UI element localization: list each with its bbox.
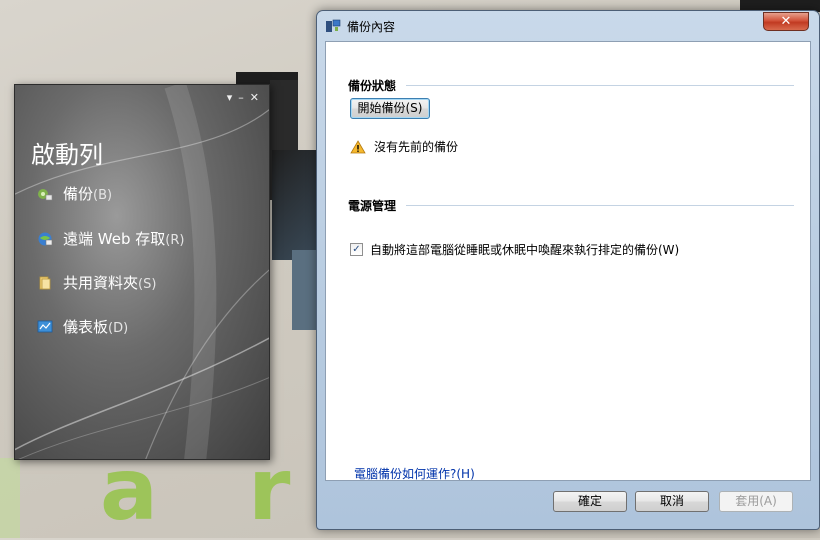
launchpad-item-label: 備份 <box>63 185 94 203</box>
wake-computer-label[interactable]: 自動將這部電腦從睡眠或休眠中喚醒來執行排定的備份(W) <box>370 241 679 258</box>
wake-computer-option[interactable]: ✓ 自動將這部電腦從睡眠或休眠中喚醒來執行排定的備份(W) <box>350 241 679 258</box>
dialog-title: 備份內容 <box>347 20 396 34</box>
ok-button[interactable]: 確定 <box>553 491 627 512</box>
close-button[interactable]: ✕ <box>763 12 809 31</box>
wake-computer-checkbox[interactable]: ✓ <box>350 243 363 256</box>
background-shape <box>0 458 20 538</box>
remote-web-access-icon <box>38 232 53 245</box>
apply-button[interactable]: 套用(A) <box>719 491 793 512</box>
warning-icon <box>350 139 366 153</box>
backup-computer-icon <box>326 19 341 32</box>
backup-status-section-header: 備份狀態 <box>348 77 794 94</box>
warning-text: 沒有先前的備份 <box>374 140 459 154</box>
launchpad-title: 啟動列 <box>31 141 103 169</box>
backup-properties-dialog: 備份內容 ✕ 備份狀態 開始備份(S) 沒有先前的備份 電源管理 ✓ 自動將這部… <box>316 10 820 530</box>
launchpad-item-shortcut: (B) <box>93 188 113 203</box>
launchpad-item-shortcut: (D) <box>108 321 129 336</box>
section-divider <box>406 85 794 86</box>
launchpad-item-label: 共用資料夾 <box>63 274 139 292</box>
launchpad-item-dashboard[interactable]: 儀表板(D) <box>37 316 128 337</box>
dashboard-icon <box>37 320 53 332</box>
backup-warning: 沒有先前的備份 <box>350 138 458 155</box>
dialog-titlebar[interactable]: 備份內容 ✕ <box>317 11 819 39</box>
section-divider <box>406 205 794 206</box>
close-icon: ✕ <box>780 14 792 29</box>
help-link[interactable]: 電腦備份如何運作?(H) <box>354 465 475 482</box>
start-backup-button[interactable]: 開始備份(S) <box>350 98 430 119</box>
background-shape <box>272 150 316 260</box>
minimize-icon[interactable]: – <box>238 91 244 104</box>
launchpad-item-shortcut: (R) <box>165 233 185 248</box>
launchpad-gadget: ▾ – ✕ 啟動列 備份(B) 遠端 Web 存取(R) 共用資料夾(S) 儀表… <box>14 84 270 460</box>
launchpad-item-shared-folders[interactable]: 共用資料夾(S) <box>37 272 156 293</box>
launchpad-item-label: 遠端 Web 存取 <box>63 230 166 248</box>
section-heading: 電源管理 <box>348 199 397 213</box>
pin-icon[interactable]: ▾ <box>227 91 233 104</box>
power-management-section-header: 電源管理 <box>348 197 794 214</box>
close-icon[interactable]: ✕ <box>250 91 259 104</box>
backup-icon <box>38 188 53 200</box>
dialog-content-panel: 備份狀態 開始備份(S) 沒有先前的備份 電源管理 ✓ 自動將這部電腦從睡眠或休… <box>325 41 811 481</box>
launchpad-item-label: 儀表板 <box>63 318 109 336</box>
cancel-button[interactable]: 取消 <box>635 491 709 512</box>
launchpad-item-remote-web-access[interactable]: 遠端 Web 存取(R) <box>37 228 184 249</box>
launchpad-item-shortcut: (S) <box>138 277 157 292</box>
section-heading: 備份狀態 <box>348 79 397 93</box>
background-shape <box>292 250 316 330</box>
launchpad-item-backup[interactable]: 備份(B) <box>37 183 112 204</box>
shared-folders-icon <box>39 276 51 289</box>
